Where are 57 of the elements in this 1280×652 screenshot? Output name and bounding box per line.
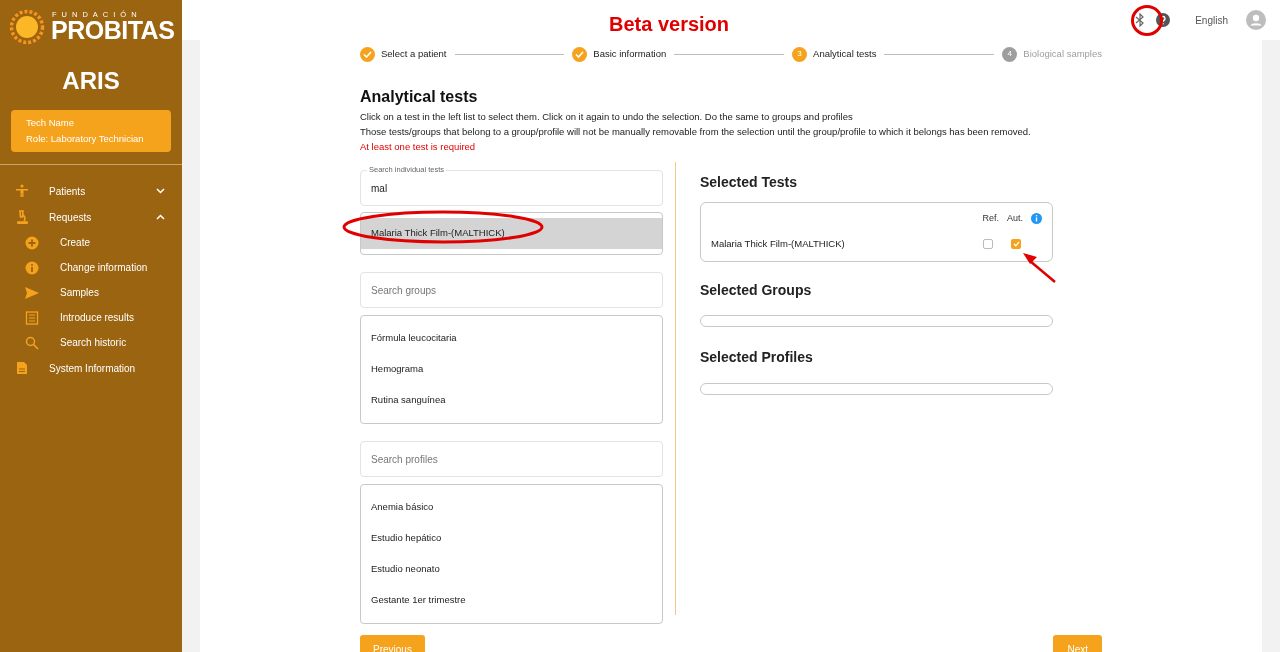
step-label[interactable]: Analytical tests (813, 46, 877, 62)
document-icon (15, 361, 29, 375)
submenu-item[interactable]: Change information (0, 255, 182, 280)
sun-logo-icon (9, 9, 45, 45)
checkbox[interactable] (983, 238, 993, 249)
column-header: Aut. (1007, 212, 1023, 225)
info-icon[interactable] (1031, 213, 1042, 225)
column-header: Ref. (982, 212, 999, 225)
user-role: Role: Laboratory Technician (26, 132, 145, 146)
search-icon (25, 335, 39, 350)
list-item[interactable]: Gestante 1er trimestre (361, 585, 662, 616)
list-item[interactable]: Rutina sanguínea (361, 385, 662, 416)
beta-version-title: Beta version (609, 12, 730, 37)
section-title: Selected Profiles (700, 347, 814, 367)
send-icon (25, 285, 39, 300)
section-title: Selected Groups (700, 280, 813, 300)
user-name: Tech Name (26, 116, 76, 130)
app-name: ARIS (61, 66, 121, 96)
plus-icon (25, 235, 39, 250)
menu-item[interactable]: Patients (0, 178, 182, 204)
submenu-item[interactable]: Samples (0, 280, 182, 305)
menu-item[interactable]: Requests (0, 204, 182, 230)
checkbox[interactable] (1011, 238, 1021, 249)
submenu-item[interactable]: Create (0, 230, 182, 255)
instruction-text: Those tests/groups that belong to a group/profile will not be manually removable from the selection until the group/profile to which it belongs has been removed. (360, 125, 1032, 139)
bluetooth-icon[interactable] (1135, 13, 1146, 27)
annotation-arrow (1021, 251, 1057, 284)
list-icon (25, 310, 39, 325)
list-item[interactable]: Estudio neonato (361, 554, 662, 585)
microscope-icon (15, 210, 29, 224)
help-icon[interactable] (1156, 13, 1171, 27)
list-item[interactable]: Estudio hepático (361, 523, 662, 554)
step-number: 3 (792, 46, 808, 62)
submenu-item[interactable]: Search historic (0, 330, 182, 355)
search-field[interactable]: Search profiles (360, 441, 663, 477)
person-icon (15, 184, 29, 198)
logo-title: PROBITAS (51, 18, 175, 44)
annotation-circle (1131, 5, 1163, 36)
language-selector[interactable]: English (1195, 12, 1228, 28)
chevron-down-icon[interactable] (156, 188, 165, 194)
search-field[interactable]: Search groups (360, 272, 663, 308)
test-name: Malaria Thick Film-(MALTHICK) (711, 236, 845, 251)
step-label[interactable]: Select a patient (381, 46, 447, 62)
list-item[interactable]: Anemia básico (361, 492, 662, 523)
error-message: At least one test is required (360, 140, 477, 154)
submenu-item[interactable]: Introduce results (0, 305, 182, 330)
section-title: Selected Tests (700, 173, 798, 192)
list-item[interactable]: Malaria Thick Film-(MALTHICK) (361, 218, 662, 249)
menu-item[interactable]: System Information (0, 355, 182, 381)
instruction-text: Click on a test in the left list to select them. Click on it again to undo the selection. Do the same to groups and profiles (360, 110, 854, 124)
list-item[interactable]: Fórmula leucocitaria (361, 323, 662, 354)
step-number: 4 (1002, 46, 1018, 62)
chevron-up-icon[interactable] (156, 214, 165, 220)
info-icon (25, 260, 39, 275)
page-title: Analytical tests (360, 87, 479, 107)
list-item[interactable]: Hemograma (361, 354, 662, 385)
step-label[interactable]: Basic information (593, 46, 667, 62)
